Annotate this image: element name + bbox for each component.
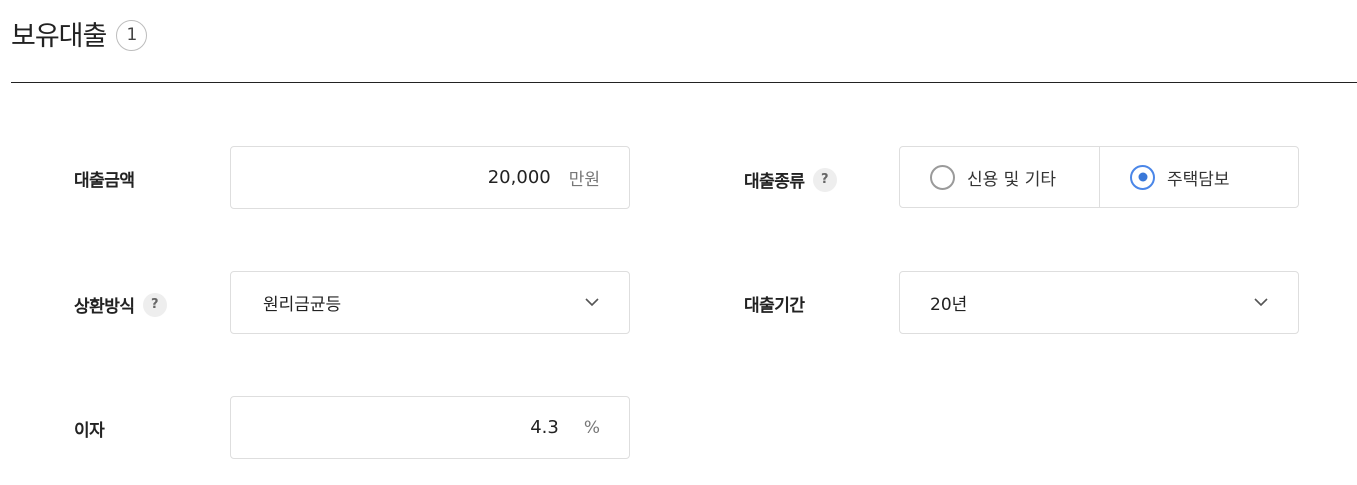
radio-checked-icon[interactable] [1130,164,1155,190]
radio-option-mortgage[interactable]: 주택담보 [1099,147,1298,207]
radio-option-credit[interactable]: 신용 및 기타 [900,147,1099,207]
interest-input[interactable]: 4.3 % [230,396,630,459]
radio-unchecked-icon[interactable] [930,164,955,190]
repayment-selected-value: 원리금균등 [263,295,342,315]
interest-label-text: 이자 [74,421,105,441]
loan-type-radio-group: 신용 및 기타 주택담보 [899,146,1299,208]
loan-period-label-text: 대출기간 [744,296,805,316]
loan-type-label-text: 대출종류 [744,172,805,192]
repayment-label: 상환방식 ? [74,292,167,317]
question-icon[interactable]: ? [142,292,167,317]
loan-amount-label-text: 대출금액 [74,171,135,191]
header-divider [11,82,1357,83]
chevron-down-icon [585,298,599,307]
radio-option-mortgage-label: 주택담보 [1167,169,1230,190]
interest-value: 4.3 [530,417,559,438]
loan-amount-label: 대출금액 [74,166,135,191]
question-icon[interactable]: ? [812,167,837,192]
loan-type-label: 대출종류 ? [744,167,837,192]
page-title: 보유대출 [11,21,107,52]
loan-period-label: 대출기간 [744,291,805,316]
count-badge: 1 [116,19,148,51]
loan-amount-value: 20,000 [487,167,551,188]
repayment-select[interactable]: 원리금균등 [230,271,630,334]
loan-period-selected-value: 20년 [930,295,968,315]
interest-unit: % [583,417,600,438]
loan-form-page: 보유대출 1 대출금액 20,000 만원 대출종류 ? 신용 및 기타 주택담… [0,0,1357,485]
repayment-label-text: 상환방식 [74,297,135,317]
loan-period-select[interactable]: 20년 [899,271,1299,334]
loan-amount-input[interactable]: 20,000 만원 [230,146,630,209]
chevron-down-icon [1254,298,1268,307]
loan-amount-unit: 만원 [568,170,600,190]
section-header: 보유대출 1 [11,14,148,53]
radio-option-credit-label: 신용 및 기타 [967,169,1057,190]
interest-label: 이자 [74,416,105,441]
